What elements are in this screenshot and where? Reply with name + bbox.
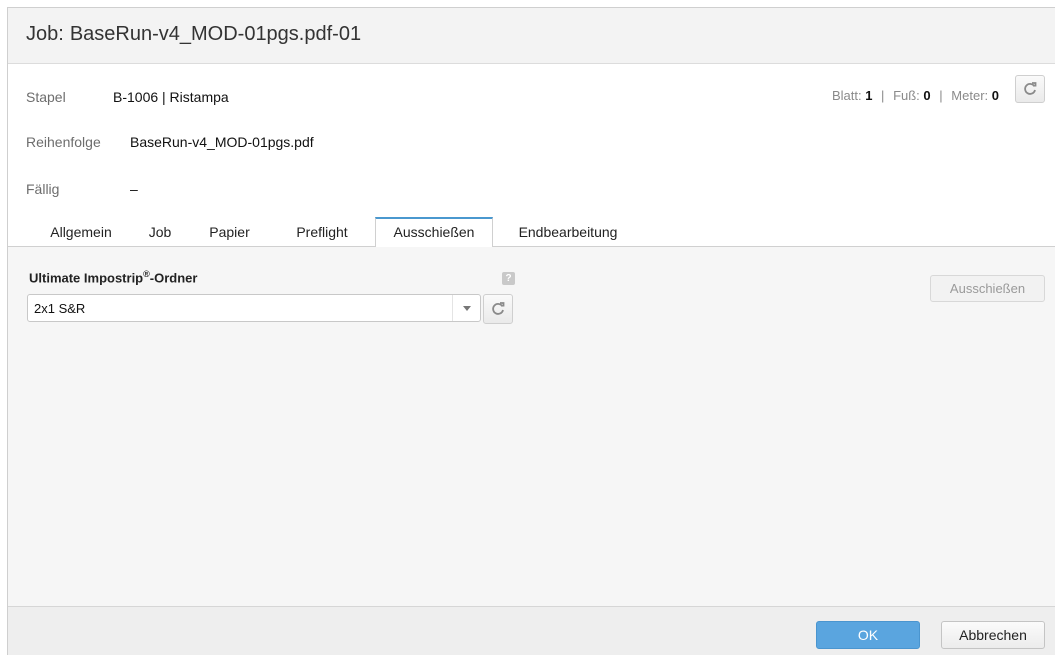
stapel-value: B-1006 | Ristampa: [113, 89, 229, 105]
faellig-label: Fällig: [26, 181, 60, 197]
job-prefix: Job:: [26, 23, 64, 45]
impostrip-folder-select[interactable]: 2x1 S&R: [27, 294, 481, 322]
blatt-value: 1: [865, 88, 873, 103]
job-name: BaseRun-v4_MOD-01pgs.pdf-01: [69, 23, 362, 45]
meter-label: Meter:: [951, 88, 989, 103]
ok-button[interactable]: OK: [816, 621, 920, 649]
refresh-folder-button[interactable]: [483, 294, 513, 324]
impostrip-folder-value: 2x1 S&R: [34, 301, 86, 316]
impostrip-label-main: Ultimate Impostrip: [29, 270, 144, 286]
dialog-title: Job: BaseRun-v4_MOD-01pgs.pdf-01: [26, 23, 361, 46]
counter-separator: |: [939, 88, 943, 103]
counter-separator: |: [881, 88, 885, 103]
tab-preflight[interactable]: Preflight: [269, 217, 375, 247]
help-icon[interactable]: ?: [502, 272, 515, 285]
fuss-value: 0: [923, 88, 931, 103]
tab-papier[interactable]: Papier: [190, 217, 269, 247]
stapel-label: Stapel: [26, 89, 66, 105]
refresh-icon: [492, 302, 505, 315]
job-dialog: Job: BaseRun-v4_MOD-01pgs.pdf-01 Stapel B-…: [7, 7, 1055, 655]
reihenfolge-row: Reihenfolge BaseRun-v4_MOD-01pgs.pdf: [26, 134, 314, 150]
registered-mark: ®: [143, 269, 150, 279]
tab-bar: Allgemein Job Papier Preflight Ausschieß…: [8, 217, 1055, 248]
refresh-counters-button[interactable]: [1015, 75, 1045, 103]
impostrip-label-tail: -Ordner: [149, 270, 198, 286]
dialog-footer: OK Abbrechen: [8, 606, 1055, 655]
tab-content: Ultimate Impostrip®-Ordner ? 2x1 S&R Aus…: [8, 247, 1055, 606]
ausschiessen-button[interactable]: Ausschießen: [930, 275, 1045, 302]
fuss-label: Fuß:: [893, 88, 920, 103]
counters: Blatt: 1 | Fuß: 0 | Meter: 0: [832, 88, 999, 103]
meter-value: 0: [991, 88, 999, 103]
faellig-row: Fällig –: [26, 181, 138, 197]
dialog-header: Job: BaseRun-v4_MOD-01pgs.pdf-01: [8, 8, 1055, 64]
reihenfolge-label: Reihenfolge: [26, 134, 101, 150]
stapel-row: Stapel B-1006 | Ristampa: [26, 89, 229, 105]
cancel-button[interactable]: Abbrechen: [941, 621, 1045, 649]
tab-endbearbeitung[interactable]: Endbearbeitung: [493, 217, 643, 247]
dropdown-toggle[interactable]: [452, 295, 480, 321]
chevron-down-icon: [462, 305, 471, 311]
blatt-label: Blatt:: [831, 88, 862, 103]
tab-ausschiessen[interactable]: Ausschießen: [375, 217, 493, 248]
tab-allgemein[interactable]: Allgemein: [32, 217, 130, 247]
tab-job[interactable]: Job: [130, 217, 190, 247]
impostrip-folder-label: Ultimate Impostrip®-Ordner: [29, 269, 197, 285]
faellig-value: –: [130, 181, 138, 197]
refresh-icon: [1024, 82, 1037, 95]
reihenfolge-value: BaseRun-v4_MOD-01pgs.pdf: [130, 134, 314, 150]
